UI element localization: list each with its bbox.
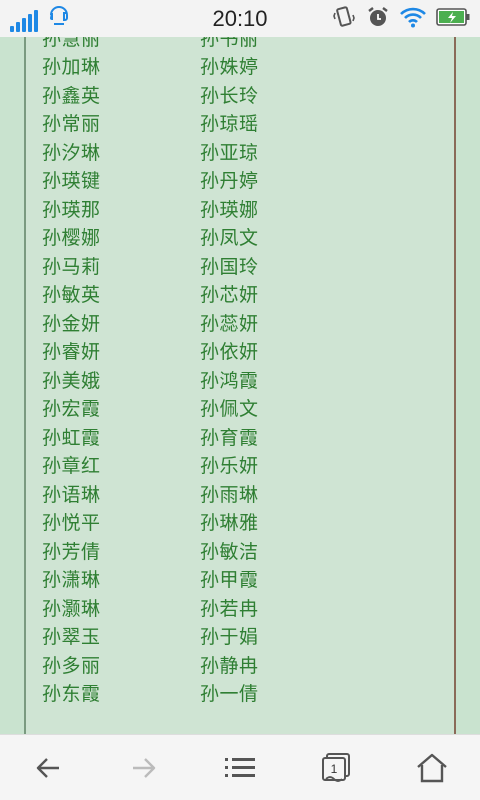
name-right: 孙鸿霞 <box>200 369 259 392</box>
name-right: 孙芯妍 <box>200 284 259 307</box>
name-row: 孙加琳 孙姝婷 <box>42 52 442 81</box>
name-right: 孙姝婷 <box>200 56 259 79</box>
name-right: 孙育霞 <box>200 426 259 449</box>
name-right: 孙一倩 <box>200 683 259 706</box>
name-left: 孙多丽 <box>42 654 101 677</box>
back-arrow-icon <box>36 757 59 778</box>
forward-arrow-icon <box>133 757 156 778</box>
name-left: 孙潇琳 <box>42 569 101 592</box>
alarm-icon <box>366 5 390 33</box>
name-left: 孙睿妍 <box>42 341 101 364</box>
name-left: 孙悦平 <box>42 512 101 535</box>
name-left: 孙金妍 <box>42 312 101 335</box>
name-right: 孙依妍 <box>200 341 259 364</box>
name-row: 孙敏英 孙芯妍 <box>42 280 442 309</box>
status-right-icons <box>332 5 470 33</box>
name-left: 孙翠玉 <box>42 626 101 649</box>
menu-button[interactable] <box>210 742 270 794</box>
name-left: 孙瑛那 <box>42 198 101 221</box>
bottom-navigation-bar: 1 <box>0 734 480 800</box>
name-right: 孙于娟 <box>200 626 259 649</box>
status-bar: 20:10 <box>0 0 480 37</box>
name-right: 孙静冉 <box>200 654 259 677</box>
name-row: 孙宏霞 孙佩文 <box>42 394 442 423</box>
name-right: 孙丹婷 <box>200 170 259 193</box>
name-row: 孙马莉 孙国玲 <box>42 251 442 280</box>
name-row: 孙语琳 孙雨琳 <box>42 479 442 508</box>
name-row: 孙悦平 孙琳雅 <box>42 508 442 537</box>
name-row: 孙芳倩 孙敏洁 <box>42 536 442 565</box>
name-row: 孙慧丽 孙书丽 <box>42 37 442 52</box>
name-right: 孙若冉 <box>200 597 259 620</box>
name-left: 孙马莉 <box>42 255 101 278</box>
name-right: 孙蕊妍 <box>200 312 259 335</box>
name-row: 孙章红 孙乐妍 <box>42 451 442 480</box>
name-left: 孙虹霞 <box>42 426 101 449</box>
name-row: 孙多丽 孙静冉 <box>42 650 442 679</box>
name-left: 孙芳倩 <box>42 540 101 563</box>
name-left: 孙灏琳 <box>42 597 101 620</box>
name-row: 孙瑛那 孙瑛娜 <box>42 194 442 223</box>
name-right: 孙书丽 <box>200 37 259 50</box>
name-row: 孙金妍 孙蕊妍 <box>42 308 442 337</box>
menu-list-icon <box>225 757 255 777</box>
home-button[interactable] <box>402 742 462 794</box>
vibrate-icon <box>332 5 356 33</box>
name-right: 孙乐妍 <box>200 455 259 478</box>
name-row: 孙翠玉 孙于娟 <box>42 622 442 651</box>
name-row: 孙常丽 孙琼瑶 <box>42 109 442 138</box>
name-right: 孙瑛娜 <box>200 198 259 221</box>
name-left: 孙美娥 <box>42 369 101 392</box>
name-right: 孙琳雅 <box>200 512 259 535</box>
name-left: 孙敏英 <box>42 284 101 307</box>
tab-count: 1 <box>331 762 338 776</box>
name-left: 孙常丽 <box>42 113 101 136</box>
name-left: 孙加琳 <box>42 56 101 79</box>
name-right: 孙雨琳 <box>200 483 259 506</box>
name-right: 孙敏洁 <box>200 540 259 563</box>
tabs-icon: 1 <box>322 752 350 782</box>
name-right: 孙亚琼 <box>200 141 259 164</box>
battery-charging-icon <box>436 7 470 31</box>
name-row: 孙灏琳 孙若冉 <box>42 593 442 622</box>
name-row: 孙鑫英 孙长玲 <box>42 80 442 109</box>
tabs-button[interactable]: 1 <box>306 742 366 794</box>
name-right: 孙佩文 <box>200 398 259 421</box>
name-row: 孙东霞 孙一倩 <box>42 679 442 708</box>
wifi-icon <box>400 6 426 32</box>
name-list: 孙慧丽 孙书丽 孙加琳 孙姝婷 孙鑫英 孙长玲 孙常丽 孙琼瑶 孙汐琳 孙亚琼 孙瑛键 孙丹婷 孙瑛那孙… <box>42 37 442 707</box>
name-panel: 孙慧丽 孙书丽 孙加琳 孙姝婷 孙鑫英 孙长玲 孙常丽 孙琼瑶 孙汐琳 孙亚琼 孙瑛键 孙丹婷 孙瑛那孙… <box>24 37 456 734</box>
name-left: 孙章红 <box>42 455 101 478</box>
name-right: 孙长玲 <box>200 84 259 107</box>
home-icon <box>417 753 447 782</box>
name-left: 孙东霞 <box>42 683 101 706</box>
name-right: 孙国玲 <box>200 255 259 278</box>
name-row: 孙虹霞 孙育霞 <box>42 422 442 451</box>
back-button[interactable] <box>18 742 78 794</box>
name-right: 孙琼瑶 <box>200 113 259 136</box>
name-row: 孙汐琳 孙亚琼 <box>42 137 442 166</box>
name-left: 孙宏霞 <box>42 398 101 421</box>
name-left: 孙樱娜 <box>42 227 101 250</box>
name-row: 孙樱娜 孙凤文 <box>42 223 442 252</box>
name-row: 孙睿妍 孙依妍 <box>42 337 442 366</box>
name-left: 孙鑫英 <box>42 84 101 107</box>
name-left: 孙瑛键 <box>42 170 101 193</box>
web-content[interactable]: 孙慧丽 孙书丽 孙加琳 孙姝婷 孙鑫英 孙长玲 孙常丽 孙琼瑶 孙汐琳 孙亚琼 孙瑛键 孙丹婷 孙瑛那孙… <box>0 37 480 734</box>
name-right: 孙甲霞 <box>200 569 259 592</box>
name-left: 孙汐琳 <box>42 141 101 164</box>
name-row: 孙潇琳 孙甲霞 <box>42 565 442 594</box>
name-right: 孙凤文 <box>200 227 259 250</box>
name-left: 孙慧丽 <box>42 37 101 50</box>
forward-button[interactable] <box>114 742 174 794</box>
name-row: 孙美娥 孙鸿霞 <box>42 365 442 394</box>
name-left: 孙语琳 <box>42 483 101 506</box>
name-row: 孙瑛键 孙丹婷 <box>42 166 442 195</box>
